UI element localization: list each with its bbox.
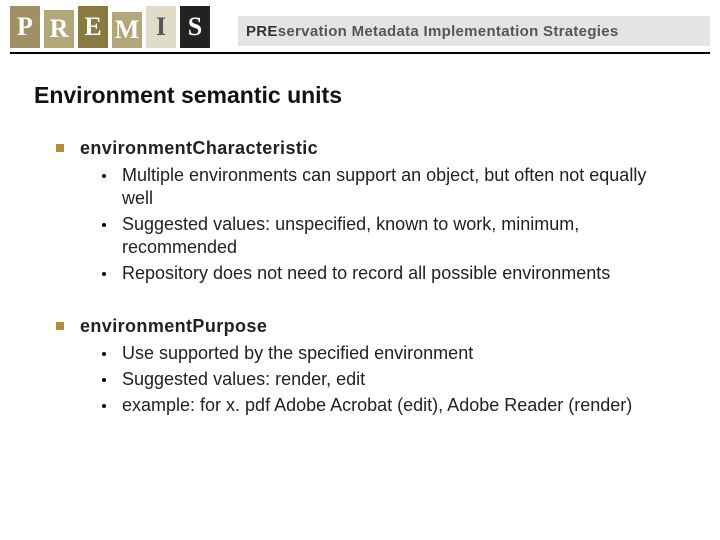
sub-list: Use supported by the specified environme… [80, 342, 676, 417]
premis-logo: P R E M I S [10, 6, 216, 48]
page-title: Environment semantic units [0, 62, 720, 109]
sub-list: Multiple environments can support an obj… [80, 164, 676, 285]
content: environmentCharacteristic Multiple envir… [0, 109, 720, 417]
item-label: environmentPurpose [80, 316, 267, 336]
sub-bullet: Suggested values: render, edit [102, 368, 676, 391]
list-item: environmentCharacteristic Multiple envir… [56, 137, 676, 285]
tagline-emph: PRE [246, 23, 278, 40]
tagline-rest: servation Metadata Implementation Strate… [278, 23, 619, 40]
sub-bullet: Suggested values: unspecified, known to … [102, 213, 676, 259]
logo-letter: M [112, 12, 142, 48]
list-item: environmentPurpose Use supported by the … [56, 315, 676, 417]
logo-letter: R [44, 10, 74, 48]
logo-letter: E [78, 6, 108, 48]
logo-letter: I [146, 6, 176, 48]
slide: P R E M I S PREservation Metadata Implem… [0, 0, 720, 540]
sub-bullet: Multiple environments can support an obj… [102, 164, 676, 210]
sub-bullet: example: for x. pdf Adobe Acrobat (edit)… [102, 394, 676, 417]
item-label: environmentCharacteristic [80, 138, 318, 158]
sub-bullet: Repository does not need to record all p… [102, 262, 676, 285]
logo-letter: P [10, 6, 40, 48]
tagline: PREservation Metadata Implementation Str… [238, 16, 710, 46]
header-rule [10, 52, 710, 54]
header: P R E M I S PREservation Metadata Implem… [0, 0, 720, 62]
logo-strip: P R E M I S [10, 6, 216, 48]
sub-bullet: Use supported by the specified environme… [102, 342, 676, 365]
logo-letter: S [180, 6, 210, 48]
